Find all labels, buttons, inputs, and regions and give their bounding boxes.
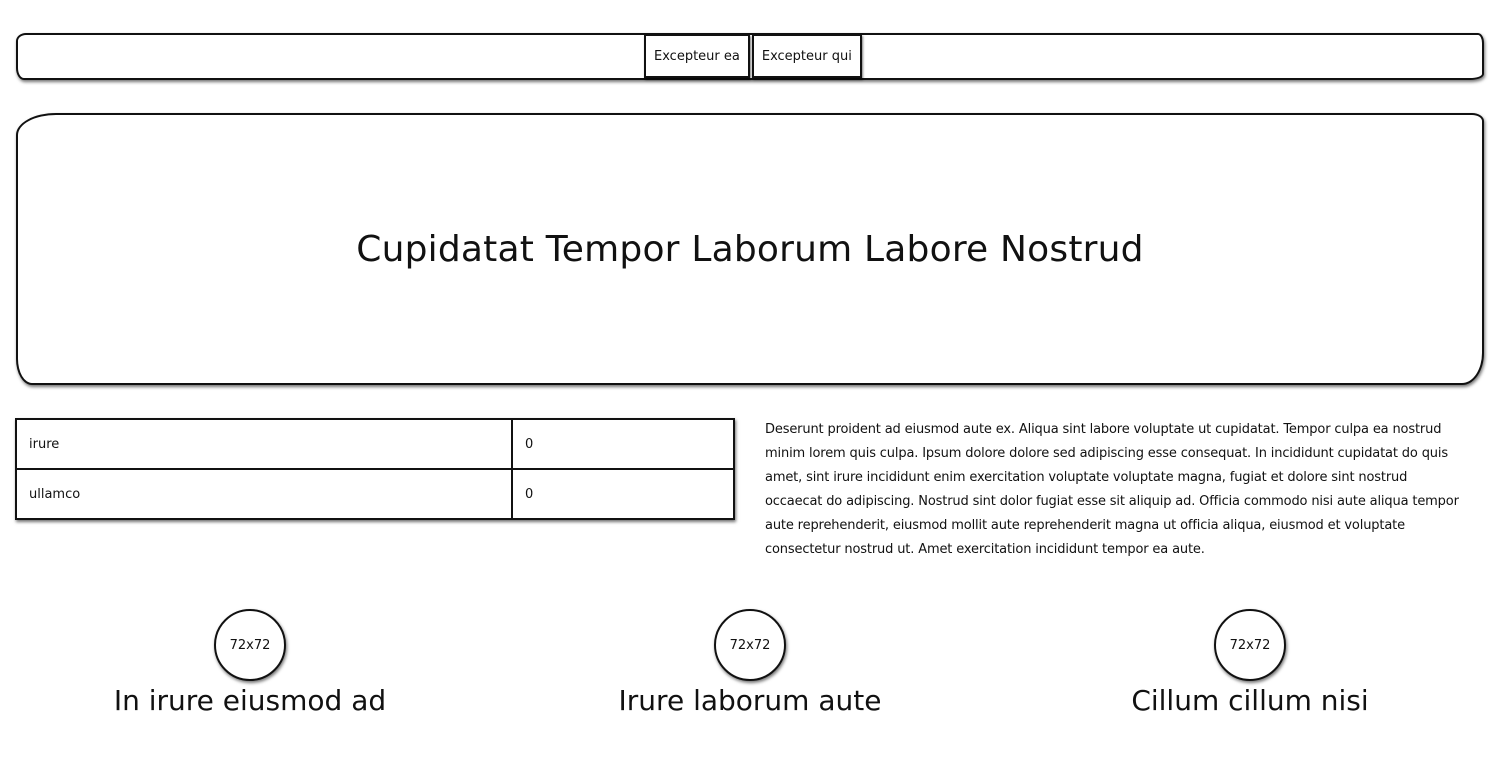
feature-title: Cillum cillum nisi (1131, 684, 1369, 717)
feature-title: Irure laborum aute (618, 684, 882, 717)
feature-image-placeholder: 72x72 (214, 609, 286, 681)
feature-item: 72x72 In irure eiusmod ad (40, 609, 460, 719)
body-paragraph: Deserunt proident ad eiusmod aute ex. Al… (765, 422, 1459, 557)
feature-item: 72x72 Cillum cillum nisi (1040, 609, 1460, 719)
table-cell-label: ullamco (15, 468, 513, 520)
feature-image-placeholder: 72x72 (1214, 609, 1286, 681)
hero-title: Cupidatat Tempor Laborum Labore Nostrud (356, 228, 1144, 270)
feature-item: 72x72 Irure laborum aute (540, 609, 960, 719)
table-row: irure 0 (15, 418, 735, 470)
feature-title: In irure eiusmod ad (113, 684, 387, 717)
table-cell-label: irure (15, 418, 513, 470)
data-table: irure 0 ullamco 0 (15, 418, 735, 520)
nav-button-group: Excepteur ea Excepteur qui (644, 34, 862, 78)
table-row: ullamco 0 (15, 468, 735, 520)
nav-button-excepteur-ea[interactable]: Excepteur ea (644, 34, 750, 78)
table-cell-value: 0 (511, 418, 735, 470)
hero-banner: Cupidatat Tempor Laborum Labore Nostrud (16, 113, 1484, 385)
nav-button-excepteur-qui[interactable]: Excepteur qui (751, 34, 862, 78)
feature-image-placeholder: 72x72 (714, 609, 786, 681)
table-cell-value: 0 (511, 468, 735, 520)
